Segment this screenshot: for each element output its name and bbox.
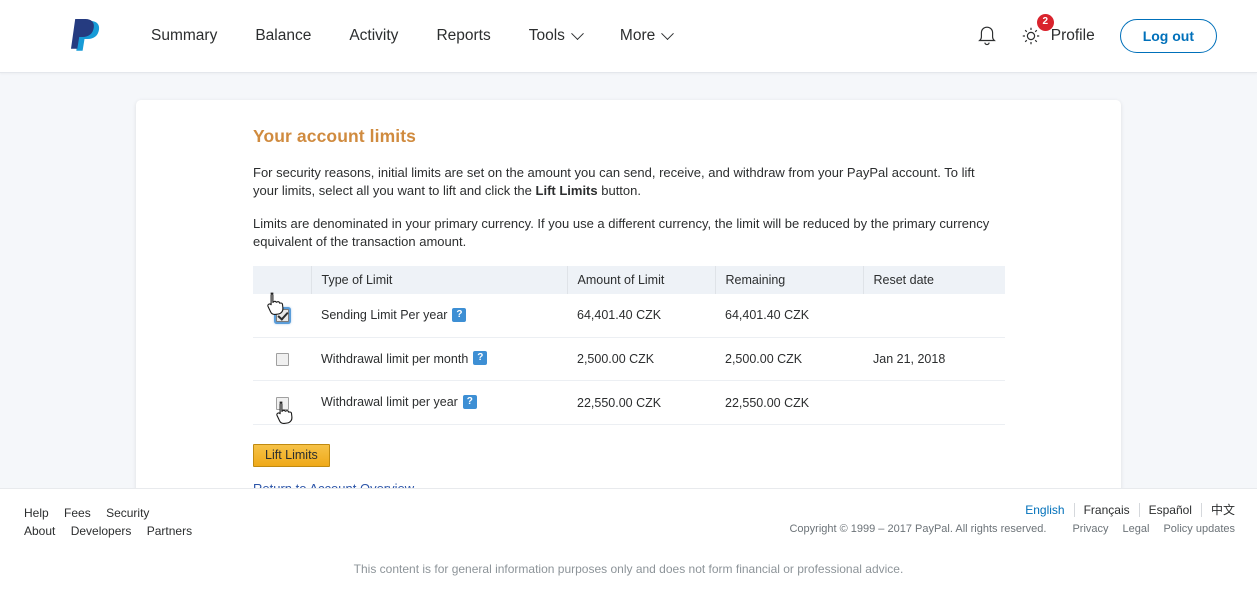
footer-right-group: English Français Español 中文 Copyright © … [789, 501, 1235, 535]
table-row: Sending Limit Per year? 64,401.40 CZK 64… [253, 294, 1005, 337]
help-question-icon[interactable]: ? [473, 351, 487, 365]
limit-type-label: Withdrawal limit per year [321, 395, 458, 409]
chevron-down-icon [571, 27, 584, 40]
limit-type-cell: Sending Limit Per year? [311, 294, 567, 337]
footer-link-legal[interactable]: Legal [1123, 523, 1150, 535]
language-option-english[interactable]: English [1016, 503, 1074, 517]
language-selector: English Français Español 中文 [789, 501, 1235, 518]
main-navigation: Summary Balance Activity Reports Tools M… [132, 21, 691, 51]
intro-text-post: button. [598, 183, 641, 198]
footer-link-privacy[interactable]: Privacy [1072, 523, 1108, 535]
nav-item-reports[interactable]: Reports [417, 21, 509, 51]
header-actions: 2 Profile Log out [970, 19, 1217, 53]
page-title: Your account limits [253, 126, 1004, 147]
limit-remaining-cell: 2,500.00 CZK [715, 337, 863, 381]
help-question-icon[interactable]: ? [463, 395, 477, 409]
limit-checkbox-withdrawal-limit-per-month[interactable] [276, 353, 289, 366]
column-header-type: Type of Limit [311, 266, 567, 294]
column-header-select [253, 266, 311, 294]
footer-link-partners[interactable]: Partners [147, 524, 192, 538]
global-footer: Help Fees Security About Developers Part… [0, 488, 1257, 609]
chevron-down-icon [661, 27, 674, 40]
limit-checkbox-sending-limit-per-year[interactable] [276, 309, 289, 322]
limits-table-head: Type of Limit Amount of Limit Remaining … [253, 266, 1005, 294]
row-select-cell [253, 294, 311, 337]
nav-label: Reports [436, 27, 490, 45]
intro-paragraph-1: For security reasons, initial limits are… [253, 164, 1001, 200]
language-option-espanol[interactable]: Español [1140, 503, 1202, 517]
intro-paragraph-2: Limits are denominated in your primary c… [253, 215, 1001, 251]
limit-reset-date-cell [863, 294, 1005, 337]
column-header-reset-date: Reset date [863, 266, 1005, 294]
footer-link-about[interactable]: About [24, 524, 55, 538]
limit-type-cell: Withdrawal limit per month? [311, 337, 567, 381]
column-header-amount: Amount of Limit [567, 266, 715, 294]
footer-link-security[interactable]: Security [106, 506, 149, 520]
footer-link-help[interactable]: Help [24, 506, 49, 520]
intro-text-bold: Lift Limits [536, 183, 598, 198]
limit-remaining-cell: 22,550.00 CZK [715, 381, 863, 425]
language-option-chinese[interactable]: 中文 [1202, 501, 1235, 518]
table-row: Withdrawal limit per month? 2,500.00 CZK… [253, 337, 1005, 381]
paypal-logo-icon[interactable] [68, 16, 104, 56]
limit-type-cell: Withdrawal limit per year? [311, 381, 567, 425]
limit-amount-cell: 2,500.00 CZK [567, 337, 715, 381]
column-header-remaining: Remaining [715, 266, 863, 294]
table-header-row: Type of Limit Amount of Limit Remaining … [253, 266, 1005, 294]
account-limits-card: Your account limits For security reasons… [136, 100, 1121, 526]
limit-checkbox-withdrawal-limit-per-year[interactable] [276, 397, 289, 410]
nav-label: More [620, 27, 655, 45]
limit-type-label: Sending Limit Per year [321, 308, 447, 322]
row-select-cell [253, 337, 311, 381]
global-header: Summary Balance Activity Reports Tools M… [0, 0, 1257, 73]
settings-gear-button[interactable]: 2 [1018, 23, 1044, 49]
footer-link-fees[interactable]: Fees [64, 506, 91, 520]
footer-link-policy-updates[interactable]: Policy updates [1163, 523, 1235, 535]
nav-label: Activity [349, 27, 398, 45]
help-question-icon[interactable]: ? [452, 308, 466, 322]
nav-item-more[interactable]: More [601, 21, 691, 51]
limit-amount-cell: 64,401.40 CZK [567, 294, 715, 337]
limits-table: Type of Limit Amount of Limit Remaining … [253, 266, 1005, 425]
limit-reset-date-cell: Jan 21, 2018 [863, 337, 1005, 381]
row-select-cell [253, 381, 311, 425]
nav-item-activity[interactable]: Activity [330, 21, 417, 51]
limit-remaining-cell: 64,401.40 CZK [715, 294, 863, 337]
language-option-francais[interactable]: Français [1075, 503, 1140, 517]
limits-table-body: Sending Limit Per year? 64,401.40 CZK 64… [253, 294, 1005, 425]
limit-reset-date-cell [863, 381, 1005, 425]
nav-item-tools[interactable]: Tools [510, 21, 601, 51]
logout-button[interactable]: Log out [1120, 19, 1217, 53]
footer-link-developers[interactable]: Developers [71, 524, 132, 538]
limit-amount-cell: 22,550.00 CZK [567, 381, 715, 425]
nav-label: Balance [255, 27, 311, 45]
nav-item-summary[interactable]: Summary [132, 21, 236, 51]
page-body: Your account limits For security reasons… [0, 73, 1257, 488]
footer-disclaimer: This content is for general information … [0, 562, 1257, 576]
table-row: Withdrawal limit per year? 22,550.00 CZK… [253, 381, 1005, 425]
lift-limits-button[interactable]: Lift Limits [253, 444, 330, 467]
copyright-text: Copyright © 1999 – 2017 PayPal. All righ… [789, 523, 1046, 535]
legal-row: Copyright © 1999 – 2017 PayPal. All righ… [789, 523, 1235, 535]
notification-badge: 2 [1037, 14, 1054, 31]
notification-bell-icon [976, 24, 998, 48]
nav-label: Summary [151, 27, 217, 45]
nav-item-balance[interactable]: Balance [236, 21, 330, 51]
limit-type-label: Withdrawal limit per month [321, 352, 468, 366]
notification-bell-button[interactable] [970, 19, 1004, 53]
nav-label: Tools [529, 27, 565, 45]
profile-menu-button[interactable]: Profile [1051, 27, 1095, 45]
